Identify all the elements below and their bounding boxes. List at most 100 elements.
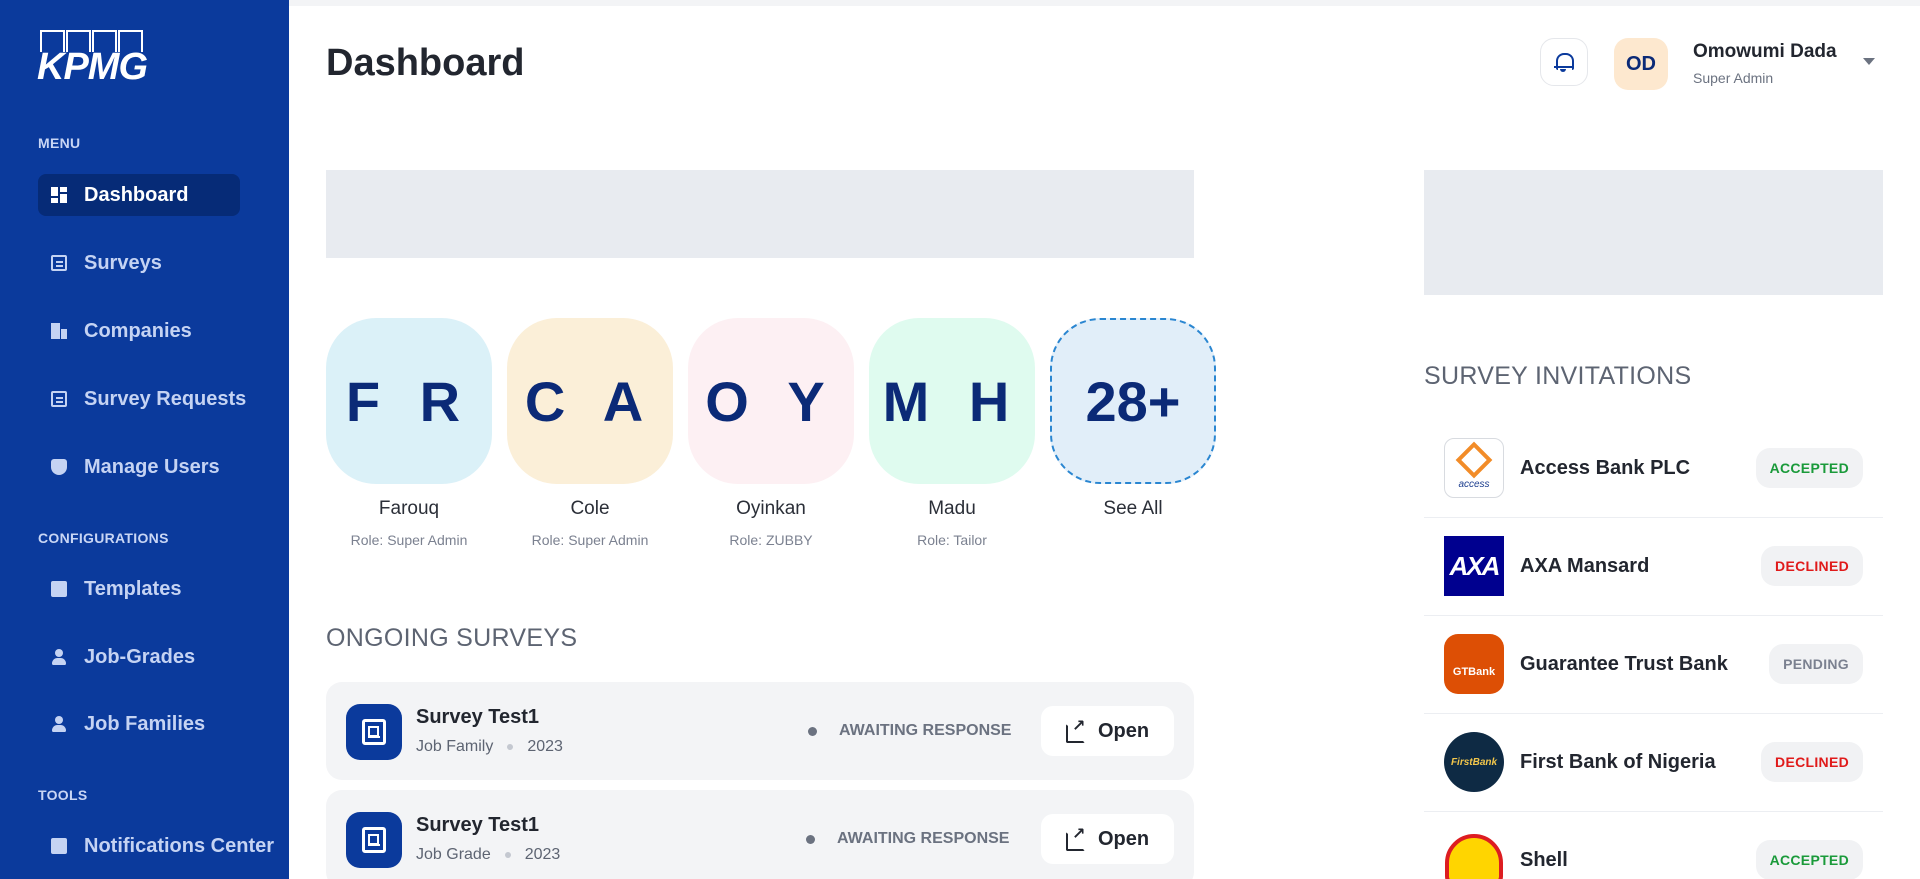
sidebar-item-job-grades[interactable]: Job-Grades xyxy=(38,636,195,678)
user-card[interactable]: O Y Oyinkan Role: ZUBBY xyxy=(688,318,854,548)
user-card[interactable]: M H Madu Role: Tailor xyxy=(869,318,1035,548)
survey-row: Survey Test1 Job Family 2023 AWAITING RE… xyxy=(326,682,1194,780)
user-name: Oyinkan xyxy=(736,498,806,519)
sidebar-item-label: Manage Users xyxy=(84,455,220,478)
banner-placeholder-right xyxy=(1424,170,1883,295)
company-name: Access Bank PLC xyxy=(1520,457,1691,479)
axa-logo: AXA xyxy=(1444,536,1504,596)
logo-text: KPMG xyxy=(37,46,148,88)
invitation-row[interactable]: AXA AXA Mansard DECLINED xyxy=(1424,518,1883,616)
external-link-icon xyxy=(1065,824,1086,851)
page-title: Dashboard xyxy=(326,42,525,84)
open-label: Open xyxy=(1097,827,1150,850)
user-icon xyxy=(51,716,67,732)
survey-status: AWAITING RESPONSE xyxy=(806,830,1009,848)
sidebar-item-label: Survey Requests xyxy=(84,387,247,410)
status-badge: PENDING xyxy=(1769,644,1863,684)
open-survey-button[interactable]: Open xyxy=(1041,814,1174,864)
logo-text: access xyxy=(1458,478,1490,490)
status-label: AWAITING RESPONSE xyxy=(837,830,1010,847)
status-badge: DECLINED xyxy=(1761,546,1863,586)
survey-title: Survey Test1 xyxy=(416,814,540,836)
sidebar-item-label: Notifications Center xyxy=(84,834,275,857)
survey-type: Job Grade xyxy=(416,846,491,863)
survey-type: Job Family xyxy=(416,738,494,755)
user-name[interactable]: Omowumi Dada xyxy=(1693,41,1837,63)
company-name: Shell xyxy=(1520,849,1568,871)
user-initials-tile: O Y xyxy=(688,318,854,484)
sidebar-item-survey-requests[interactable]: Survey Requests xyxy=(38,378,246,420)
sidebar-item-label: Surveys xyxy=(84,251,162,274)
user-count-tile: 28+ xyxy=(1050,318,1216,484)
survey-year: 2023 xyxy=(527,738,563,755)
user-role: Role: Super Admin xyxy=(350,532,468,548)
user-role: Role: Super Admin xyxy=(531,532,649,548)
open-label: Open xyxy=(1097,719,1150,742)
survey-invitations-heading: SURVEY INVITATIONS xyxy=(1424,362,1692,390)
sidebar-item-label: Dashboard xyxy=(84,183,189,206)
sidebar-item-label: Job-Grades xyxy=(84,645,196,668)
avatar[interactable]: OD xyxy=(1614,38,1668,90)
banner-placeholder-left xyxy=(326,170,1194,258)
survey-status: AWAITING RESPONSE xyxy=(808,722,1011,740)
company-name: Guarantee Trust Bank xyxy=(1520,653,1728,675)
chevron-down-icon[interactable] xyxy=(1863,58,1875,65)
access-bank-logo: access xyxy=(1444,438,1504,498)
user-name: Madu xyxy=(928,498,976,519)
sidebar: KPMG MENU Dashboard Surveys Companies Su… xyxy=(0,0,289,879)
survey-document-icon xyxy=(346,812,402,868)
sidebar-item-notifications-center[interactable]: Notifications Center xyxy=(38,825,274,867)
dashboard-icon xyxy=(51,187,67,203)
survey-row: Survey Test1 Job Grade 2023 AWAITING RES… xyxy=(326,790,1194,879)
survey-document-icon xyxy=(346,704,402,760)
kpmg-logo[interactable]: KPMG xyxy=(37,30,148,88)
status-dot xyxy=(808,726,817,736)
dot-separator xyxy=(507,744,514,750)
sidebar-item-dashboard[interactable]: Dashboard xyxy=(38,174,240,216)
building-icon xyxy=(51,323,67,339)
sidebar-item-label: Job Families xyxy=(84,712,206,735)
status-badge: ACCEPTED xyxy=(1755,840,1863,879)
survey-meta: Job Family 2023 xyxy=(416,738,563,756)
sidebar-item-job-families[interactable]: Job Families xyxy=(38,703,205,745)
status-badge: ACCEPTED xyxy=(1755,448,1863,488)
status-dot xyxy=(806,834,815,844)
user-role: Role: ZUBBY xyxy=(729,532,813,548)
invitation-row[interactable]: access Access Bank PLC ACCEPTED xyxy=(1424,420,1883,518)
survey-meta: Job Grade 2023 xyxy=(416,846,560,864)
tools-heading: TOOLS xyxy=(38,787,88,803)
document-icon xyxy=(51,255,67,271)
survey-year: 2023 xyxy=(524,846,561,863)
invitation-row[interactable]: GTBank Guarantee Trust Bank PENDING xyxy=(1424,616,1883,714)
sidebar-item-companies[interactable]: Companies xyxy=(38,310,192,352)
sidebar-item-label: Companies xyxy=(84,319,192,342)
user-role: Super Admin xyxy=(1693,70,1774,86)
user-name: Cole xyxy=(570,498,610,519)
user-name: Farouq xyxy=(378,498,440,519)
status-badge: DECLINED xyxy=(1761,742,1863,782)
firstbank-logo: FirstBank xyxy=(1444,732,1504,792)
user-role: Role: Tailor xyxy=(917,532,987,548)
ongoing-surveys-heading: ONGOING SURVEYS xyxy=(326,624,578,652)
sidebar-item-templates[interactable]: Templates xyxy=(38,568,181,610)
user-card[interactable]: C A Cole Role: Super Admin xyxy=(507,318,673,548)
invitation-row[interactable]: FirstBank First Bank of Nigeria DECLINED xyxy=(1424,714,1883,812)
invitation-row[interactable]: Shell ACCEPTED xyxy=(1424,812,1883,879)
open-survey-button[interactable]: Open xyxy=(1041,706,1174,756)
external-link-icon xyxy=(1065,716,1086,743)
notifications-button[interactable] xyxy=(1540,38,1588,86)
see-all-users-button[interactable]: 28+ See All xyxy=(1050,318,1216,520)
user-card[interactable]: F R Farouq Role: Super Admin xyxy=(326,318,492,548)
sidebar-item-surveys[interactable]: Surveys xyxy=(38,242,162,284)
shield-user-icon xyxy=(51,459,67,475)
bell-icon xyxy=(1554,52,1574,72)
access-diamond xyxy=(1455,441,1493,478)
company-name: AXA Mansard xyxy=(1520,555,1650,577)
see-all-label: See All xyxy=(1103,498,1163,519)
excel-icon xyxy=(51,581,67,597)
user-initials-tile: C A xyxy=(507,318,673,484)
sidebar-item-manage-users[interactable]: Manage Users xyxy=(38,446,220,488)
top-strip xyxy=(289,0,1920,6)
company-name: First Bank of Nigeria xyxy=(1520,751,1716,773)
user-icon xyxy=(51,649,67,665)
